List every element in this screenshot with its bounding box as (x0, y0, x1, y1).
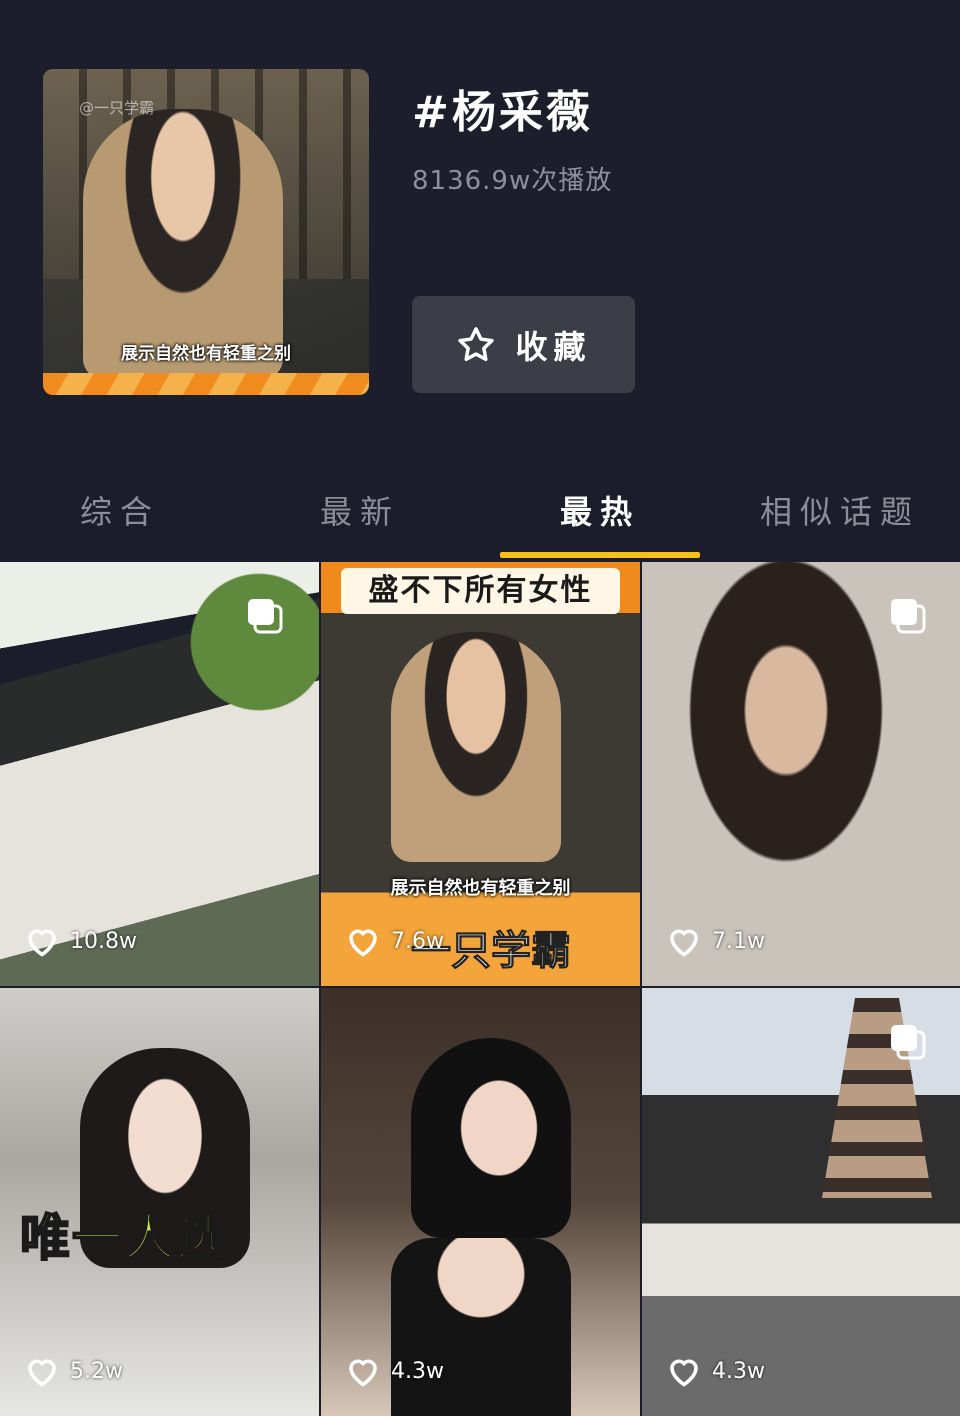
like-count: 5.2w (24, 1354, 123, 1388)
multi-image-icon (891, 1025, 926, 1060)
post-card[interactable]: 4.3w (642, 988, 960, 1416)
like-count-text: 4.3w (391, 1358, 444, 1384)
topic-title: #杨采薇 (412, 87, 593, 138)
like-count: 4.3w (345, 1354, 444, 1388)
post-card[interactable]: 4.3w (321, 988, 640, 1416)
post-thumbnail-art (391, 632, 561, 862)
cover-stripe (43, 373, 369, 395)
post-thumbnail-art (391, 1238, 571, 1416)
tab-latest[interactable]: 最新 (240, 460, 480, 560)
like-count: 7.6w (345, 924, 444, 958)
post-card[interactable]: 10.8w (0, 562, 319, 986)
like-count-text: 5.2w (70, 1358, 123, 1384)
post-caption: 展示自然也有轻重之别 (390, 878, 571, 899)
heart-icon (28, 1359, 56, 1387)
favorite-label: 收藏 (515, 327, 592, 366)
like-count-text: 7.1w (712, 928, 765, 954)
tab-label: 综合 (79, 493, 160, 531)
like-count: 4.3w (666, 1354, 765, 1388)
topic-cover-image[interactable]: @一只学霸 展示自然也有轻重之别 (43, 69, 369, 395)
heart-icon (670, 1359, 698, 1387)
post-banner-text: 盛不下所有女性 (341, 568, 620, 614)
heart-icon (349, 929, 377, 957)
tab-label: 最新 (319, 493, 400, 531)
heart-icon (349, 1359, 377, 1387)
heart-icon (28, 929, 56, 957)
like-count-text: 10.8w (70, 928, 137, 954)
post-grid: 10.8w 盛不下所有女性 展示自然也有轻重之别 一只学霸 7.6w 7.1w … (0, 562, 960, 1416)
star-icon (458, 326, 495, 361)
cover-caption: 展示自然也有轻重之别 (121, 344, 291, 364)
post-card[interactable]: 盛不下所有女性 展示自然也有轻重之别 一只学霸 7.6w (321, 562, 640, 986)
heart-icon (670, 929, 698, 957)
topic-play-count: 8136.9w次播放 (412, 166, 613, 196)
tab-hottest[interactable]: 最热 (480, 460, 720, 560)
tab-similar-topics[interactable]: 相似话题 (720, 460, 960, 560)
post-thumbnail-art (169, 562, 319, 762)
multi-image-icon (248, 599, 283, 634)
tab-active-indicator (500, 552, 700, 558)
post-thumbnail-art (411, 1038, 571, 1238)
like-count: 10.8w (24, 924, 137, 958)
tab-label: 相似话题 (759, 493, 920, 531)
post-sticker-text: 唯一人选 (19, 1208, 228, 1268)
like-count: 7.1w (666, 924, 765, 958)
favorite-button[interactable]: 收藏 (412, 296, 635, 393)
tab-bar: 综合 最新 最热 相似话题 (0, 460, 960, 560)
like-count-text: 7.6w (391, 928, 444, 954)
tab-comprehensive[interactable]: 综合 (0, 460, 240, 560)
post-card[interactable]: 唯一人选 5.2w (0, 988, 319, 1416)
post-card[interactable]: 7.1w (642, 562, 960, 986)
multi-image-icon (891, 599, 926, 634)
like-count-text: 4.3w (712, 1358, 765, 1384)
cover-watermark: @一只学霸 (79, 99, 155, 117)
tab-label: 最热 (559, 493, 640, 531)
topic-header: @一只学霸 展示自然也有轻重之别 #杨采薇 8136.9w次播放 收藏 (0, 0, 960, 440)
